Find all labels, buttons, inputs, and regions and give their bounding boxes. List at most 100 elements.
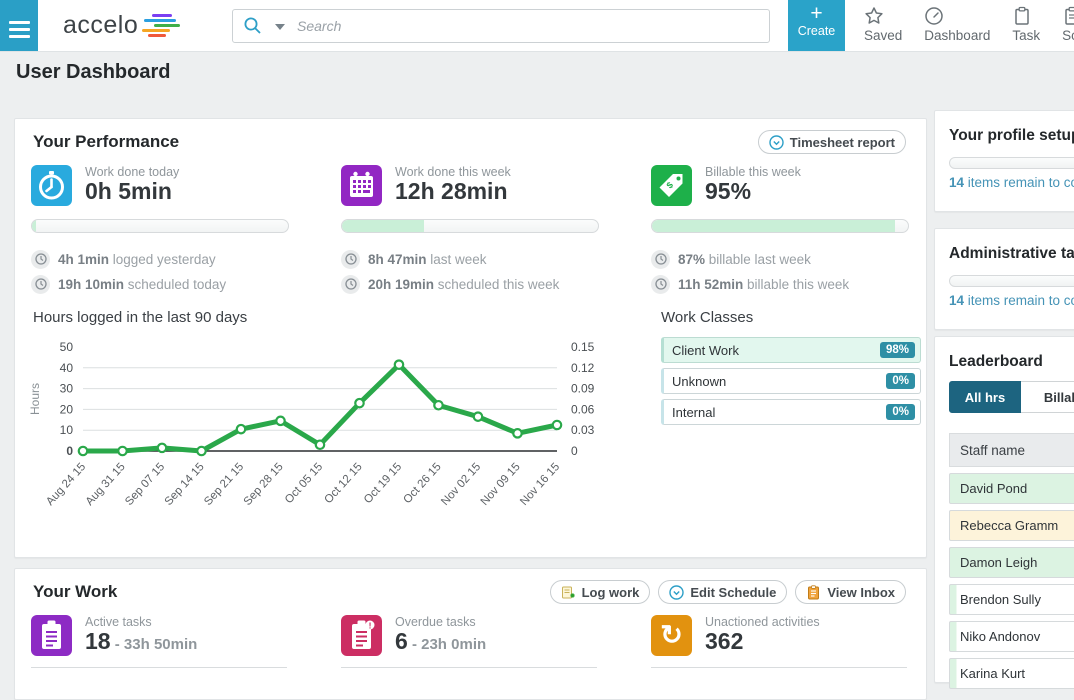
profile-setup-card: Your profile setup 14 items remain to co… [934, 110, 1074, 212]
progress-bar [31, 219, 289, 233]
metric-note: 8h 47min last week [341, 249, 487, 269]
clock-icon [341, 249, 360, 269]
your-work-buttons: Log work Edit Schedule View Inbox [549, 580, 906, 604]
clock-icon [651, 274, 670, 294]
search-box [232, 9, 770, 43]
svg-text:0.06: 0.06 [571, 402, 595, 416]
clock-icon [669, 584, 685, 600]
svg-text:Oct 19 15: Oct 19 15 [362, 461, 404, 506]
svg-text:Nov 09 15: Nov 09 15 [479, 461, 523, 508]
leaderboard-row-5[interactable]: Karina Kurt [949, 658, 1074, 689]
view-inbox-button[interactable]: View Inbox [795, 580, 906, 604]
metric-note: 19h 10min scheduled today [31, 274, 226, 294]
brand-mark-icon [138, 14, 180, 38]
leaderboard-rows: David Pond Rebecca Gramm Damon Leigh Bre… [949, 473, 1074, 695]
top-nav: Saved Dashboard Task Schedule [853, 0, 1074, 51]
create-button[interactable]: + Create [788, 0, 845, 51]
svg-text:!: ! [369, 620, 372, 630]
svg-text:Sep 14 15: Sep 14 15 [163, 461, 207, 508]
hamburger-bars [9, 17, 30, 42]
clock-down-icon [769, 134, 784, 150]
svg-text:0.15: 0.15 [571, 340, 595, 354]
timesheet-report-button[interactable]: Timesheet report [757, 130, 906, 154]
profile-setup-title: Your profile setup [949, 127, 1074, 144]
metric-note: 20h 19min scheduled this week [341, 274, 559, 294]
svg-text:0.09: 0.09 [571, 382, 595, 396]
brand-logo[interactable]: accelo [63, 11, 138, 40]
star-icon [864, 6, 902, 28]
svg-text:50: 50 [60, 340, 74, 354]
clipboard-icon [1012, 6, 1040, 28]
work-classes-list: Client Work 98% Unknown 0% Internal 0% [661, 337, 921, 430]
clock-icon [341, 274, 360, 294]
clock-icon [651, 249, 670, 269]
tag-icon: $ [651, 165, 692, 206]
gauge-icon [924, 6, 990, 28]
metric-note: 11h 52min billable this week [651, 274, 849, 294]
svg-text:20: 20 [60, 402, 74, 416]
work-class-row[interactable]: Unknown 0% [661, 368, 921, 394]
svg-text:40: 40 [60, 361, 74, 375]
svg-text:Sep 21 15: Sep 21 15 [202, 461, 246, 508]
nav-item-schedule[interactable]: Schedule [1051, 0, 1074, 51]
metric-note: 87% billable last week [651, 249, 811, 269]
leaderboard-tabs: All hrs Billable [949, 381, 1074, 413]
leaderboard-card: Leaderboard All hrs Billable Staff name … [934, 336, 1074, 689]
svg-text:0.03: 0.03 [571, 423, 595, 437]
nav-item-saved[interactable]: Saved [853, 0, 913, 51]
leaderboard-title: Leaderboard [949, 353, 1043, 370]
search-input[interactable] [295, 14, 739, 38]
progress-bar [651, 219, 909, 233]
svg-text:30: 30 [60, 382, 74, 396]
svg-text:Hours: Hours [28, 383, 42, 415]
svg-text:0: 0 [66, 444, 73, 458]
leaderboard-row-4[interactable]: Niko Andonov [949, 621, 1074, 652]
percent-badge: 0% [886, 404, 915, 420]
your-work-title: Your Work [33, 582, 118, 601]
your-work-card: Your Work Log work Edit Schedule View In… [14, 568, 927, 700]
clock-icon [31, 249, 50, 269]
clipboard-alert-icon: ! [341, 615, 382, 656]
svg-text:Aug 24 15: Aug 24 15 [44, 461, 88, 508]
clipboard-icon [31, 615, 72, 656]
leaderboard-row-3[interactable]: Brendon Sully [949, 584, 1074, 615]
progress-bar [949, 157, 1074, 169]
metric-note: 4h 1min logged yesterday [31, 249, 216, 269]
page-title: User Dashboard [16, 61, 171, 83]
svg-text:0.12: 0.12 [571, 361, 595, 375]
leaderboard-row-0[interactable]: David Pond [949, 473, 1074, 504]
clock-icon [31, 274, 50, 294]
work-class-row[interactable]: Client Work 98% [661, 337, 921, 363]
svg-text:Nov 02 15: Nov 02 15 [439, 461, 483, 508]
items-remaining-link[interactable]: 14 items remain to complete [949, 293, 1074, 308]
progress-bar [949, 275, 1074, 287]
menu-icon[interactable] [0, 0, 38, 51]
svg-text:Oct 05 15: Oct 05 15 [283, 461, 325, 506]
svg-text:Aug 31 15: Aug 31 15 [84, 461, 128, 508]
admin-tasks-card: Administrative tasks 14 items remain to … [934, 228, 1074, 330]
leaderboard-row-1[interactable]: Rebecca Gramm [949, 510, 1074, 541]
svg-text:Sep 28 15: Sep 28 15 [242, 461, 286, 508]
search-scope-caret-icon[interactable] [275, 24, 285, 30]
items-remaining-link[interactable]: 14 items remain to complete [949, 175, 1074, 190]
work-classes-title: Work Classes [661, 309, 754, 326]
svg-text:Nov 16 15: Nov 16 15 [518, 461, 562, 508]
admin-tasks-title: Administrative tasks [949, 245, 1074, 262]
tab-all-hrs[interactable]: All hrs [949, 381, 1021, 413]
hours-line-chart: 0 10 20 30 40 50 0 0.03 0.06 0.09 0.12 0.15 Hours Aug… [25, 331, 645, 531]
log-work-button[interactable]: Log work [549, 580, 651, 604]
inbox-icon [808, 584, 820, 599]
percent-badge: 98% [879, 342, 915, 358]
tab-billable[interactable]: Billable [1021, 381, 1074, 413]
work-class-row[interactable]: Internal 0% [661, 399, 921, 425]
leaderboard-row-2[interactable]: Damon Leigh [949, 547, 1074, 578]
clipboard-icon [1062, 6, 1074, 28]
svg-text:0: 0 [571, 444, 578, 458]
search-icon[interactable] [243, 16, 263, 36]
plus-icon: + [810, 2, 823, 25]
leaderboard-column-header: Staff name [949, 433, 1074, 467]
edit-schedule-button[interactable]: Edit Schedule [658, 580, 788, 604]
progress-bar [341, 219, 599, 233]
nav-item-task[interactable]: Task [1001, 0, 1051, 51]
nav-item-dashboard[interactable]: Dashboard [913, 0, 1001, 51]
